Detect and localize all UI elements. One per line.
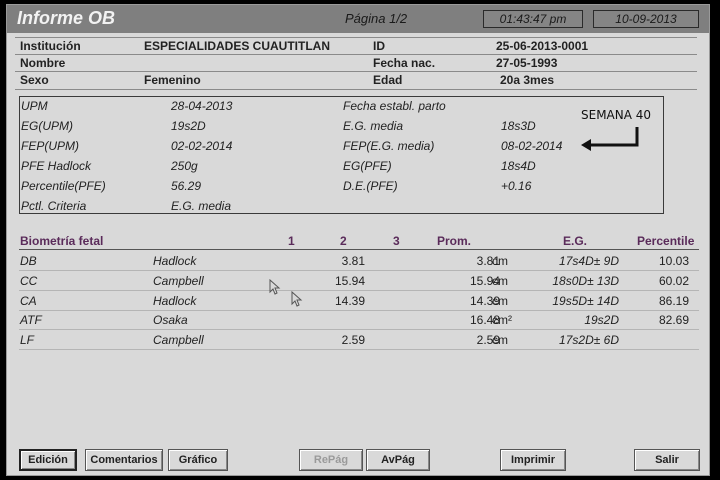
avpag-button[interactable]: AvPág <box>366 449 430 471</box>
cell-author: Hadlock <box>153 254 197 268</box>
fep-upm-value: 02-02-2014 <box>171 139 233 153</box>
cell-unit: cm² <box>492 313 512 328</box>
cell-name: LF <box>20 333 35 348</box>
cell-eg: 19s5D± 14D <box>552 293 619 308</box>
fep-eg-value: 08-02-2014 <box>501 139 563 153</box>
repag-button[interactable]: RePág <box>299 449 363 471</box>
cell-pct: 10.03 <box>658 254 689 268</box>
arrow-annotation-icon <box>581 127 639 151</box>
table-row-divider <box>19 309 699 311</box>
eg-media-label: E.G. media <box>343 119 404 133</box>
eg-upm-label: EG(UPM) <box>21 119 73 133</box>
edicion-button[interactable]: Edición <box>19 449 77 471</box>
id-value: 25-06-2013-0001 <box>496 39 589 53</box>
imprimir-button[interactable]: Imprimir <box>500 449 566 471</box>
eg-media-value: 18s3D <box>501 119 536 133</box>
cell-name: ATF <box>20 313 42 328</box>
cell-unit: cm <box>492 333 508 348</box>
table-row-divider <box>19 349 699 351</box>
col-header-eg: E.G. <box>563 234 588 248</box>
biometry-title: Biometría fetal <box>20 234 104 248</box>
title-bar: Informe OB Página 1/2 01:43:47 pm 10-09-… <box>7 5 709 33</box>
cell-unit: cm <box>492 293 508 308</box>
cell-unit: cm <box>492 273 508 288</box>
table-row-divider <box>19 329 699 331</box>
cell-v2: 3.81 <box>341 254 365 268</box>
pfe-value: 250g <box>171 159 198 173</box>
cell-author: Hadlock <box>153 293 197 308</box>
institucion-value: ESPECIALIDADES CUAUTITLAN <box>144 39 331 53</box>
cell-author: Osaka <box>153 313 188 328</box>
cell-name: DB <box>20 254 37 268</box>
cell-name: CC <box>20 273 38 288</box>
col-header-1: 1 <box>288 234 295 248</box>
divider <box>15 89 697 90</box>
nombre-label: Nombre <box>20 56 66 70</box>
page-indicator: Página 1/2 <box>345 11 408 26</box>
fep-upm-label: FEP(UPM) <box>21 139 79 153</box>
col-header-percentile: Percentile <box>637 234 695 248</box>
percentile-pfe-value: 56.29 <box>171 179 202 193</box>
divider <box>15 54 697 55</box>
de-pfe-value: +0.16 <box>501 179 532 193</box>
cell-eg: 18s0D± 13D <box>552 273 619 288</box>
ob-data-box <box>19 96 664 214</box>
eg-pfe-label: EG(PFE) <box>343 159 392 173</box>
cell-eg: 17s4D± 9D <box>559 254 619 268</box>
upm-label: UPM <box>21 99 48 113</box>
col-header-2: 2 <box>340 234 347 248</box>
cell-pct: 60.02 <box>658 273 689 288</box>
table-row-divider <box>19 270 699 271</box>
eg-pfe-value: 18s4D <box>501 159 536 173</box>
cell-author: Campbell <box>153 273 204 288</box>
institucion-label: Institución <box>20 39 81 53</box>
cell-name: CA <box>20 293 37 308</box>
cell-eg: 19s2D <box>584 313 619 328</box>
col-header-prom: Prom. <box>437 234 472 248</box>
date-display: 10-09-2013 <box>593 10 699 28</box>
cell-pct: 86.19 <box>658 293 689 308</box>
edad-label: Edad <box>373 73 403 87</box>
screen: Informe OB Página 1/2 01:43:47 pm 10-09-… <box>0 0 720 480</box>
edad-value: 20a 3mes <box>500 73 555 87</box>
annotation-text: SEMANA 40 <box>581 108 652 122</box>
table-header-divider <box>19 249 699 250</box>
cell-v2: 2.59 <box>341 333 365 348</box>
time-display: 01:43:47 pm <box>483 10 583 28</box>
fecha-parto-label: Fecha establ. parto <box>343 99 446 113</box>
grafico-button[interactable]: Gráfico <box>168 449 228 471</box>
cell-pct: 82.69 <box>658 313 689 328</box>
table-row-divider <box>19 289 699 291</box>
comentarios-button[interactable]: Comentarios <box>85 449 163 471</box>
fecha-nac-label: Fecha nac. <box>373 56 436 70</box>
app-title: Informe OB <box>17 8 116 28</box>
divider <box>15 71 697 72</box>
cell-unit: cm <box>492 254 508 268</box>
cell-eg: 17s2D± 6D <box>559 333 619 348</box>
pctl-criteria-label: Pctl. Criteria <box>21 199 87 213</box>
id-label: ID <box>373 39 385 53</box>
col-header-3: 3 <box>393 234 400 248</box>
fep-eg-label: FEP(E.G. media) <box>343 139 435 153</box>
eg-upm-value: 19s2D <box>171 119 206 133</box>
de-pfe-label: D.E.(PFE) <box>343 179 398 193</box>
sexo-label: Sexo <box>20 73 49 87</box>
pfe-label: PFE Hadlock <box>21 159 92 173</box>
divider <box>15 37 697 38</box>
percentile-pfe-label: Percentile(PFE) <box>21 179 106 193</box>
pctl-criteria-value: E.G. media <box>171 199 232 213</box>
upm-value: 28-04-2013 <box>171 99 233 113</box>
mouse-cursor-icon <box>291 291 303 307</box>
cell-v2: 15.94 <box>334 273 365 288</box>
report-panel: Informe OB Página 1/2 01:43:47 pm 10-09-… <box>6 4 710 476</box>
fecha-nac-value: 27-05-1993 <box>496 56 558 70</box>
cell-v2: 14.39 <box>334 293 365 308</box>
cell-author: Campbell <box>153 333 204 348</box>
sexo-value: Femenino <box>144 73 201 87</box>
mouse-cursor-icon <box>269 279 281 295</box>
salir-button[interactable]: Salir <box>634 449 700 471</box>
